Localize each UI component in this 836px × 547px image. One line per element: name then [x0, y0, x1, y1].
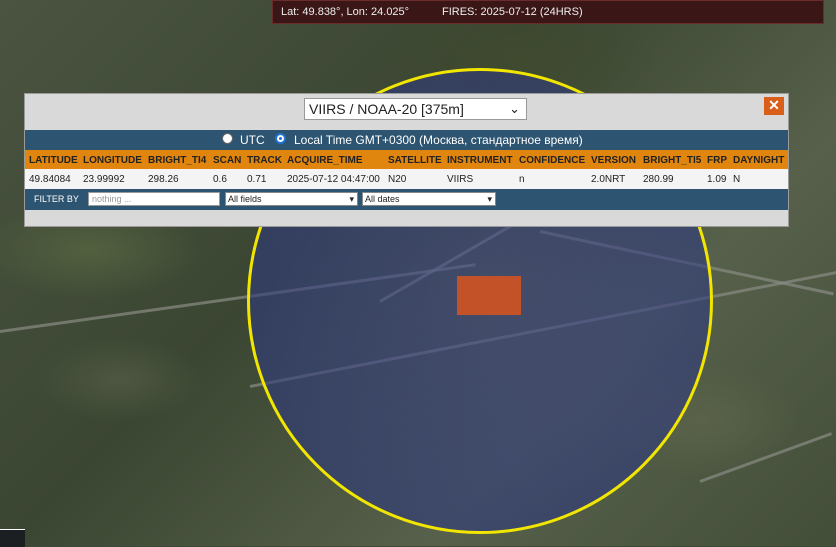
- col-header: TRACK: [247, 155, 282, 166]
- col-header: CONFIDENCE: [519, 155, 586, 166]
- col-header: BRIGHT_TI5: [643, 155, 702, 166]
- col-header: SATELLITE: [388, 155, 442, 166]
- col-header: VERSION: [591, 155, 637, 166]
- table-cell: 49.84084: [29, 174, 71, 185]
- satellite-map[interactable]: [0, 0, 836, 546]
- table-cell: VIIRS: [447, 174, 474, 185]
- date-select[interactable]: All dates ▾: [362, 192, 496, 206]
- field-select[interactable]: All fields ▾: [225, 192, 358, 206]
- date-select-value: All dates: [365, 194, 400, 204]
- table-cell: 23.99992: [83, 174, 125, 185]
- table-cell: 2025-07-12 04:47:00: [287, 174, 380, 185]
- sensor-select-value: VIIRS / NOAA-20 [375m]: [309, 101, 464, 117]
- table-cell: N: [733, 174, 741, 185]
- fire-info-popup: VIIRS / NOAA-20 [375m] ⌄ ✕ UTC Local Tim…: [24, 93, 789, 227]
- timezone-bar: UTC Local Time GMT+0300 (Москва, стандар…: [25, 130, 788, 150]
- col-header: ACQUIRE_TIME: [287, 155, 363, 166]
- map-road: [699, 432, 833, 483]
- chevron-down-icon: ▾: [349, 194, 354, 204]
- filter-label: FILTER BY: [34, 194, 79, 204]
- table-header-row: LATITUDE LONGITUDE BRIGHT_TI4 SCAN TRACK…: [25, 150, 788, 169]
- table-row: 49.84084 23.99992 298.26 0.6 0.71 2025-0…: [25, 169, 788, 189]
- table-cell: 0.71: [247, 174, 267, 185]
- table-cell: 280.99: [643, 174, 674, 185]
- table-cell: N20: [388, 174, 407, 185]
- table-cell: 298.26: [148, 174, 179, 185]
- field-select-value: All fields: [228, 194, 262, 204]
- sensor-select[interactable]: VIIRS / NOAA-20 [375m] ⌄: [304, 98, 527, 120]
- table-cell: 0.6: [213, 174, 227, 185]
- status-bar: Lat: 49.838°, Lon: 24.025° FIRES: 2025-0…: [272, 0, 824, 24]
- fire-pixel-marker[interactable]: [457, 276, 521, 315]
- table-cell: 1.09: [707, 174, 727, 185]
- col-header: LONGITUDE: [83, 155, 142, 166]
- chevron-down-icon: ▾: [487, 194, 492, 204]
- table-cell: 2.0NRT: [591, 174, 626, 185]
- col-header: DAYNIGHT: [733, 155, 785, 166]
- local-time-radio[interactable]: [275, 133, 286, 144]
- utc-radio[interactable]: [222, 133, 233, 144]
- filter-input[interactable]: nothing ...: [88, 192, 220, 206]
- col-header: FRP: [707, 155, 727, 166]
- filter-bar: FILTER BY nothing ... All fields ▾ All d…: [25, 189, 788, 210]
- col-header: INSTRUMENT: [447, 155, 513, 166]
- local-time-label: Local Time GMT+0300 (Москва, стандартное…: [294, 133, 583, 147]
- map-scale-control: [0, 529, 25, 547]
- close-button[interactable]: ✕: [764, 97, 784, 115]
- coordinates-readout: Lat: 49.838°, Lon: 24.025°: [281, 6, 410, 18]
- chevron-down-icon: ⌄: [509, 101, 520, 116]
- col-header: SCAN: [213, 155, 242, 166]
- col-header: LATITUDE: [29, 155, 78, 166]
- popup-header: VIIRS / NOAA-20 [375m] ⌄ ✕: [25, 94, 788, 130]
- table-cell: n: [519, 174, 525, 185]
- col-header: BRIGHT_TI4: [148, 155, 207, 166]
- fires-date-label: FIRES: 2025-07-12 (24HRS): [442, 6, 583, 18]
- utc-label: UTC: [240, 133, 265, 147]
